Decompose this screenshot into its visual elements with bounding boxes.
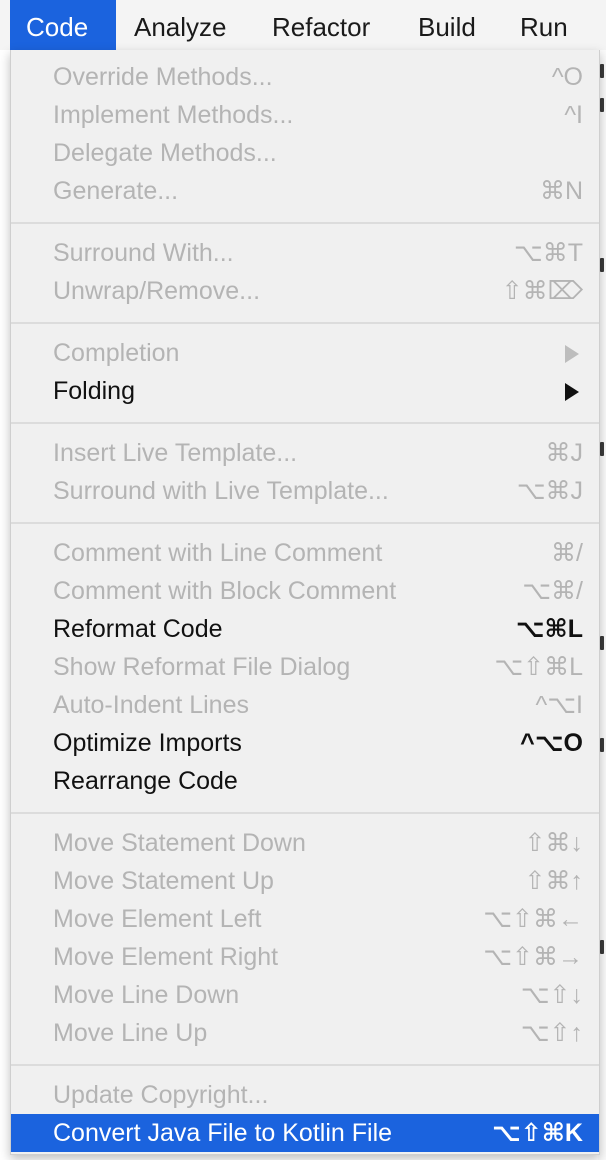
menubar-build[interactable]: Build [418, 0, 476, 50]
menu-separator [11, 522, 599, 524]
menu-item-label: Move Element Right [53, 943, 279, 971]
menu-item-label: Convert Java File to Kotlin File [53, 1119, 393, 1147]
menu-item-shortcut: ⌥⇧↓ [520, 981, 583, 1009]
menu-item-label: Rearrange Code [53, 767, 238, 795]
menu-separator [11, 1064, 599, 1066]
menu-item-label: Comment with Block Comment [53, 577, 397, 605]
screenshot-stage: Code Analyze Refactor Build Run Override… [0, 0, 606, 1160]
menu-item-optimize-imports[interactable]: Optimize Imports ^⌥O [11, 724, 599, 762]
menu-separator [11, 812, 599, 814]
menu-item-surround-with[interactable]: Surround With... ⌥⌘T [11, 234, 599, 272]
menu-item-shortcut: ⇧⌘↓ [524, 829, 583, 857]
chevron-right-icon [565, 345, 579, 364]
menu-item-shortcut: ⇧⌘↑ [524, 867, 583, 895]
chevron-right-icon [565, 383, 579, 402]
editor-glyph [600, 64, 604, 78]
menu-item-label: Override Methods... [53, 63, 273, 91]
editor-glyph [600, 98, 604, 112]
editor-glyph [600, 940, 604, 954]
menubar-code[interactable]: Code [10, 0, 116, 50]
menu-bar: Code Analyze Refactor Build Run [0, 0, 606, 50]
menu-separator [11, 222, 599, 224]
menu-item-convert-java-to-kotlin[interactable]: Convert Java File to Kotlin File ⌥⇧⌘K [11, 1114, 599, 1152]
menu-item-shortcut: ⌥⌘L [515, 615, 583, 643]
menu-item-label: Optimize Imports [53, 729, 242, 757]
editor-glyph [600, 258, 604, 272]
menu-item-shortcut: ^⌥O [520, 729, 583, 757]
menu-item-comment-line[interactable]: Comment with Line Comment ⌘/ [11, 534, 599, 572]
menu-item-label: Move Statement Up [53, 867, 274, 895]
editor-glyph [600, 636, 604, 650]
menu-item-shortcut: ⌥⇧⌘K [491, 1119, 583, 1147]
menu-item-insert-live-template[interactable]: Insert Live Template... ⌘J [11, 434, 599, 472]
menu-item-label: Comment with Line Comment [53, 539, 383, 567]
menubar-run[interactable]: Run [520, 0, 568, 50]
menu-item-label: Move Line Up [53, 1019, 208, 1047]
menubar-refactor[interactable]: Refactor [272, 0, 370, 50]
menu-item-label: Surround with Live Template... [53, 477, 389, 505]
menu-item-label: Reformat Code [53, 615, 223, 643]
menu-item-label: Move Line Down [53, 981, 240, 1009]
menu-item-shortcut: ^O [551, 63, 583, 91]
menu-item-move-statement-down[interactable]: Move Statement Down ⇧⌘↓ [11, 824, 599, 862]
menu-item-move-line-up[interactable]: Move Line Up ⌥⇧↑ [11, 1014, 599, 1052]
menu-item-shortcut: ⌘J [545, 439, 584, 467]
menu-item-label: Move Element Left [53, 905, 262, 933]
menu-item-move-element-left[interactable]: Move Element Left ⌥⇧⌘← [11, 900, 599, 938]
menu-item-update-copyright[interactable]: Update Copyright... [11, 1076, 599, 1114]
submenu-arrow-icon [565, 334, 583, 372]
menu-item-label: Folding [53, 377, 135, 405]
editor-glyph [600, 442, 604, 456]
menu-item-label: Auto-Indent Lines [53, 691, 249, 719]
menu-item-shortcut: ^I [564, 101, 583, 129]
menu-item-reformat-code[interactable]: Reformat Code ⌥⌘L [11, 610, 599, 648]
submenu-arrow-icon [565, 372, 583, 410]
menu-item-shortcut: ⌥⇧⌘← [483, 905, 583, 933]
menu-item-surround-with-live-template[interactable]: Surround with Live Template... ⌥⌘J [11, 472, 599, 510]
menu-item-completion[interactable]: Completion [11, 334, 599, 372]
menu-item-delegate-methods[interactable]: Delegate Methods... [11, 134, 599, 172]
menu-item-folding[interactable]: Folding [11, 372, 599, 410]
menu-item-label: Generate... [53, 177, 179, 205]
menu-item-auto-indent-lines[interactable]: Auto-Indent Lines ^⌥I [11, 686, 599, 724]
menu-separator [11, 322, 599, 324]
menu-item-generate[interactable]: Generate... ⌘N [11, 172, 599, 210]
menu-item-label: Surround With... [53, 239, 234, 267]
menu-item-shortcut: ⌥⇧⌘→ [483, 943, 583, 971]
editor-glyph [600, 738, 604, 752]
menu-item-label: Update Copyright... [53, 1081, 269, 1109]
menu-item-label: Completion [53, 339, 180, 367]
menu-item-override-methods[interactable]: Override Methods... ^O [11, 58, 599, 96]
menu-item-label: Insert Live Template... [53, 439, 298, 467]
menu-item-shortcut: ⌘N [539, 177, 583, 205]
menu-item-shortcut: ⇧⌘⌦ [501, 277, 583, 305]
menubar-analyze[interactable]: Analyze [134, 0, 227, 50]
menu-item-label: Unwrap/Remove... [53, 277, 261, 305]
menu-item-shortcut: ⌥⇧↑ [520, 1019, 583, 1047]
menu-item-implement-methods[interactable]: Implement Methods... ^I [11, 96, 599, 134]
menu-item-shortcut: ⌥⇧⌘L [494, 653, 583, 681]
menu-item-move-statement-up[interactable]: Move Statement Up ⇧⌘↑ [11, 862, 599, 900]
menu-item-label: Move Statement Down [53, 829, 306, 857]
code-menu-dropdown: Override Methods... ^O Implement Methods..… [10, 50, 600, 1155]
menu-separator [11, 422, 599, 424]
menu-item-comment-block[interactable]: Comment with Block Comment ⌥⌘/ [11, 572, 599, 610]
menu-item-label: Implement Methods... [53, 101, 294, 129]
menu-item-shortcut: ^⌥I [535, 691, 584, 719]
menu-item-show-reformat-dialog[interactable]: Show Reformat File Dialog ⌥⇧⌘L [11, 648, 599, 686]
menu-item-shortcut: ⌘/ [551, 539, 583, 567]
menu-item-shortcut: ⌥⌘J [516, 477, 583, 505]
menu-item-shortcut: ⌥⌘/ [522, 577, 583, 605]
menu-item-unwrap-remove[interactable]: Unwrap/Remove... ⇧⌘⌦ [11, 272, 599, 310]
menu-item-move-element-right[interactable]: Move Element Right ⌥⇧⌘→ [11, 938, 599, 976]
menu-item-label: Show Reformat File Dialog [53, 653, 351, 681]
menu-item-label: Delegate Methods... [53, 139, 277, 167]
menu-item-shortcut: ⌥⌘T [513, 239, 583, 267]
menu-item-move-line-down[interactable]: Move Line Down ⌥⇧↓ [11, 976, 599, 1014]
menu-item-rearrange-code[interactable]: Rearrange Code [11, 762, 599, 800]
